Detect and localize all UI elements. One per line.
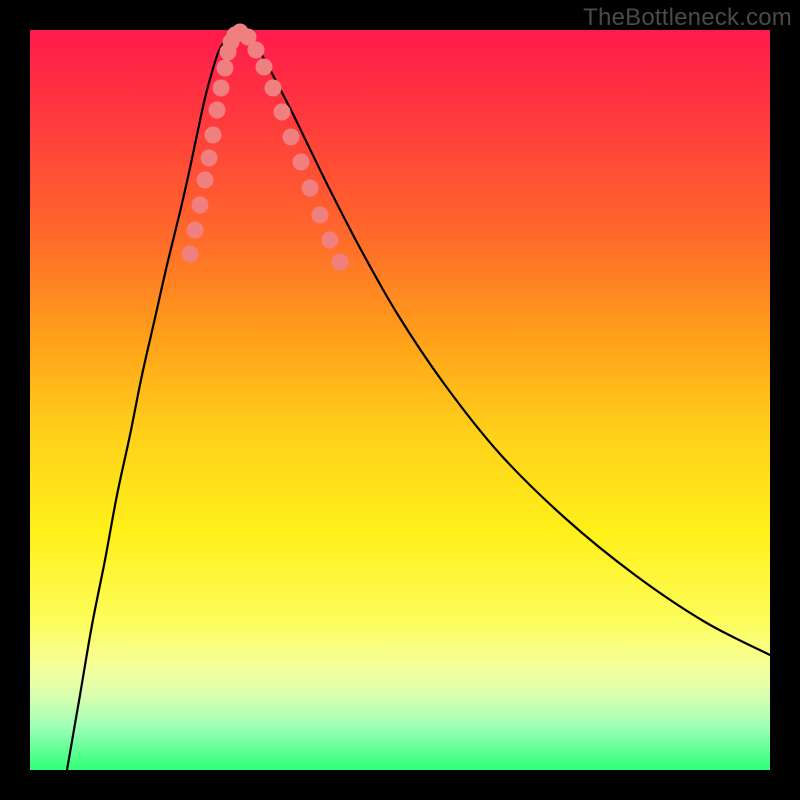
- curve-layer: [67, 30, 770, 770]
- data-marker: [201, 150, 218, 167]
- chart-svg: [30, 30, 770, 770]
- series-right-branch: [236, 30, 770, 655]
- data-marker: [182, 246, 199, 263]
- data-marker: [274, 104, 291, 121]
- chart-frame: TheBottleneck.com: [0, 0, 800, 800]
- data-marker: [248, 42, 265, 59]
- data-marker: [213, 80, 230, 97]
- data-marker: [293, 154, 310, 171]
- data-marker: [205, 127, 222, 144]
- data-marker: [256, 59, 273, 76]
- plot-area: [30, 30, 770, 770]
- data-marker: [187, 222, 204, 239]
- data-marker: [283, 129, 300, 146]
- data-marker: [217, 60, 234, 77]
- data-marker: [332, 254, 349, 271]
- marker-layer: [182, 24, 349, 271]
- data-marker: [322, 232, 339, 249]
- data-marker: [209, 102, 226, 119]
- watermark-text: TheBottleneck.com: [583, 4, 792, 32]
- data-marker: [197, 172, 214, 189]
- data-marker: [312, 207, 329, 224]
- data-marker: [192, 197, 209, 214]
- data-marker: [302, 180, 319, 197]
- data-marker: [265, 80, 282, 97]
